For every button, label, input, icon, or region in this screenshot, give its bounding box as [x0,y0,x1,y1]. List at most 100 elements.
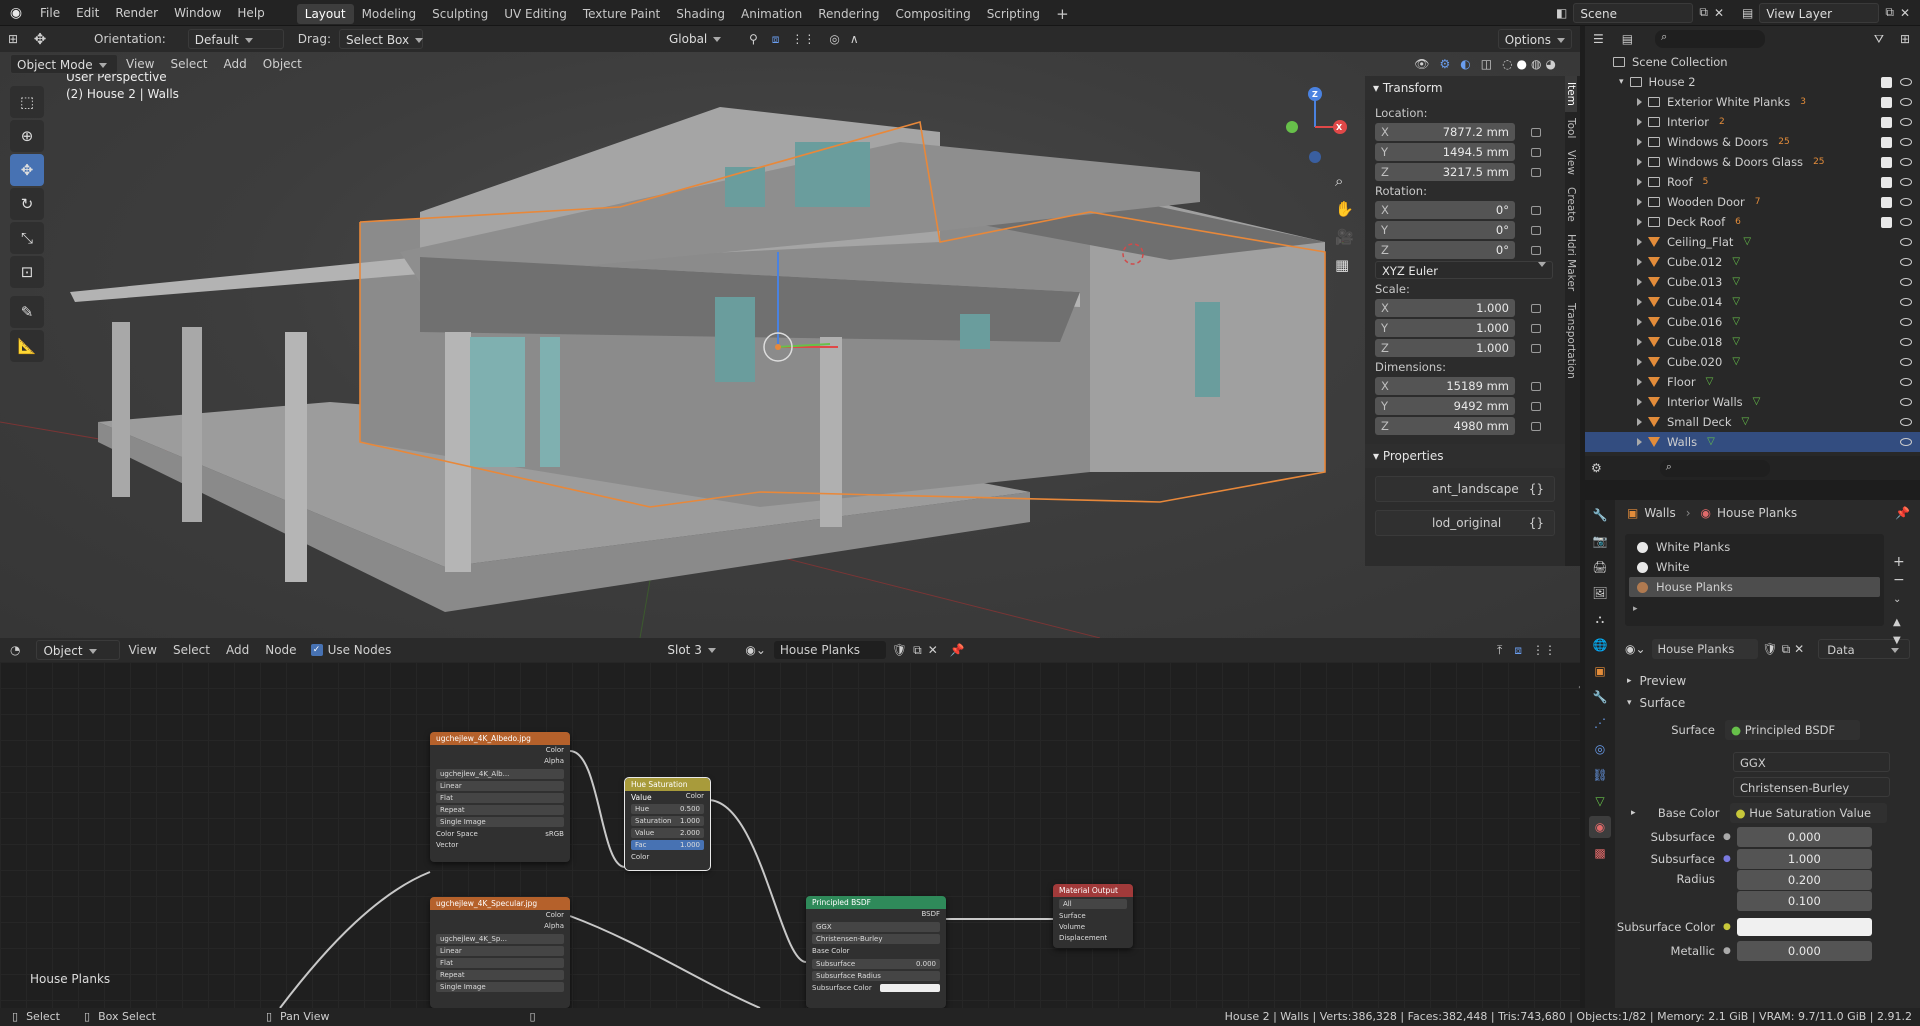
nav-z-axis-label[interactable]: Z [1312,90,1318,99]
eye-icon[interactable] [1900,258,1912,266]
projection-dropdown[interactable]: Flat [436,793,564,803]
socket-alpha-out[interactable]: Alpha [430,921,570,932]
fake-user-icon[interactable]: 🛡 [1762,642,1777,656]
tab-transportation[interactable]: Transportation [1565,297,1577,385]
eye-icon[interactable] [1900,198,1912,206]
expand-arrow-icon[interactable] [1637,278,1642,286]
mesh-data-icon[interactable]: ▽ [1753,392,1761,412]
eye-icon[interactable] [1900,378,1912,386]
hsv-saturation-field[interactable]: Saturation 1.000 [631,816,704,826]
menu-edit[interactable]: Edit [68,0,107,26]
menu-window[interactable]: Window [166,0,229,26]
outliner-row-walls[interactable]: Walls ▽ [1585,432,1920,452]
material-name-field[interactable]: House Planks [1651,639,1759,659]
outliner-row-cube-014[interactable]: Cube.014 ▽ [1585,292,1920,312]
tab-modeling[interactable]: Modeling [354,4,425,24]
tab-item[interactable]: Item [1565,76,1577,112]
scale-tool-icon[interactable]: ⤡ [10,222,44,254]
node-material-name-field[interactable]: House Planks [773,641,886,659]
interpolation-dropdown[interactable]: Linear [436,946,564,956]
expand-arrow-icon[interactable] [1637,378,1642,386]
eye-icon[interactable] [1900,118,1912,126]
target-dropdown[interactable]: All [1059,899,1127,909]
outliner-row-windows-doors[interactable]: Windows & Doors 25 [1585,132,1920,152]
lock-icon[interactable] [1531,205,1541,215]
subsurface-radius-x[interactable]: 1.000 [1736,849,1872,869]
hsv-value-field[interactable]: Value 2.000 [631,828,704,838]
lock-icon[interactable] [1531,225,1541,235]
outliner-row-exterior-white-planks[interactable]: Exterior White Planks 3 [1585,92,1920,112]
node-menu-node[interactable]: Node [257,637,304,663]
duplicate-material-icon[interactable]: ⧉ [913,643,922,658]
annotate-tool-icon[interactable]: ✎ [10,296,44,328]
custom-prop-row[interactable]: lod_original {} [1375,510,1555,536]
image-texture-node-specular[interactable]: ugchejlew_4K_Specular.jpg Color Alpha ug… [430,897,570,1008]
surface-panel-header[interactable]: ▾ Surface [1615,692,1920,714]
outliner-row-cube-018[interactable]: Cube.018 ▽ [1585,332,1920,352]
duplicate-material-icon[interactable]: ⧉ [1782,642,1791,657]
pin-icon[interactable]: 📌 [1895,506,1910,520]
fake-user-icon[interactable]: 🛡 [892,643,907,657]
mesh-data-icon[interactable]: ▽ [1732,252,1740,272]
remove-slot-icon[interactable]: − [1893,572,1905,588]
transform-tool-icon[interactable]: ⊡ [10,256,44,288]
eye-icon[interactable] [1900,218,1912,226]
tab-shading[interactable]: Shading [668,4,733,24]
image-selector[interactable]: ugchejlew_4K_Sp... [436,934,564,944]
visibility-icon[interactable]: 👁 [1414,57,1429,71]
view-layer-selector[interactable]: View Layer [1759,2,1880,23]
socket-color-out[interactable]: Color [430,910,570,921]
expand-arrow-icon[interactable] [1637,438,1642,446]
solid-shading-icon[interactable]: ● [1517,57,1527,71]
tab-layout[interactable]: Layout [296,4,354,24]
expand-arrow-icon[interactable] [1637,198,1642,206]
material-props-icon[interactable]: ◉ [1589,816,1611,838]
unlink-material-icon[interactable]: ✕ [1794,642,1804,656]
eye-icon[interactable] [1900,238,1912,246]
tab-compositing[interactable]: Compositing [887,4,978,24]
properties-section-header[interactable]: ▾ Properties [1365,444,1565,468]
principled-bsdf-node[interactable]: Principled BSDF BSDF GGX Christensen-Bur… [806,896,946,1008]
socket-volume-in[interactable]: Volume [1053,922,1133,933]
scene-collection-row[interactable]: Scene Collection [1585,52,1920,72]
location-y-field[interactable]: Y 1494.5 mm [1375,143,1515,161]
unlink-material-icon[interactable]: ✕ [928,643,938,657]
node-snap-icon[interactable]: ⧈ [1514,643,1522,658]
new-view-layer-icon[interactable]: ⧉ [1885,5,1894,20]
image-selector[interactable]: ugchejlew_4K_Alb... [436,769,564,779]
outliner-row-deck-roof[interactable]: Deck Roof 6 [1585,212,1920,232]
material-slot-row[interactable]: White [1629,557,1880,577]
expand-arrow-icon[interactable] [1637,418,1642,426]
eye-icon[interactable] [1900,418,1912,426]
drag-dropdown[interactable]: Select Box [338,29,424,49]
editor-type-icon[interactable]: ⊞ [0,32,26,46]
eye-icon[interactable] [1900,358,1912,366]
outliner-row-windows-doors-glass[interactable]: Windows & Doors Glass 25 [1585,152,1920,172]
eye-icon[interactable] [1900,78,1912,86]
gizmo-icon[interactable]: ⚙ [1439,57,1450,71]
tab-scripting[interactable]: Scripting [979,4,1048,24]
lock-icon[interactable] [1531,381,1541,391]
outliner-row-small-deck[interactable]: Small Deck ▽ [1585,412,1920,432]
expand-arrow-icon[interactable] [1637,398,1642,406]
constraints-props-icon[interactable]: ⛓ [1589,764,1611,786]
lock-icon[interactable] [1531,303,1541,313]
mesh-data-icon[interactable]: ▽ [1707,432,1715,452]
eye-icon[interactable] [1900,98,1912,106]
tab-rendering[interactable]: Rendering [810,4,887,24]
pin-icon[interactable]: 📌 [950,643,965,657]
subsurface-radius-z[interactable]: 0.100 [1736,891,1872,911]
mesh-data-icon[interactable]: ▽ [1742,412,1750,432]
blender-logo-icon[interactable]: ◉ [0,5,32,21]
exclude-checkbox[interactable] [1881,216,1892,228]
options-dropdown[interactable]: Options [1497,29,1572,49]
mode-dropdown[interactable]: Object Mode [10,54,118,74]
node-menu-select[interactable]: Select [165,637,218,663]
slot-specials-icon[interactable]: ⌄ [1893,594,1901,605]
outliner-row-cube-013[interactable]: Cube.013 ▽ [1585,272,1920,292]
new-scene-icon[interactable]: ⧉ [1699,5,1708,20]
tab-uv-editing[interactable]: UV Editing [496,4,575,24]
transform-section-header[interactable]: ▾ Transform [1365,76,1565,100]
outliner-row-cube-020[interactable]: Cube.020 ▽ [1585,352,1920,372]
filter-icon[interactable]: ⛛ [1874,32,1884,47]
